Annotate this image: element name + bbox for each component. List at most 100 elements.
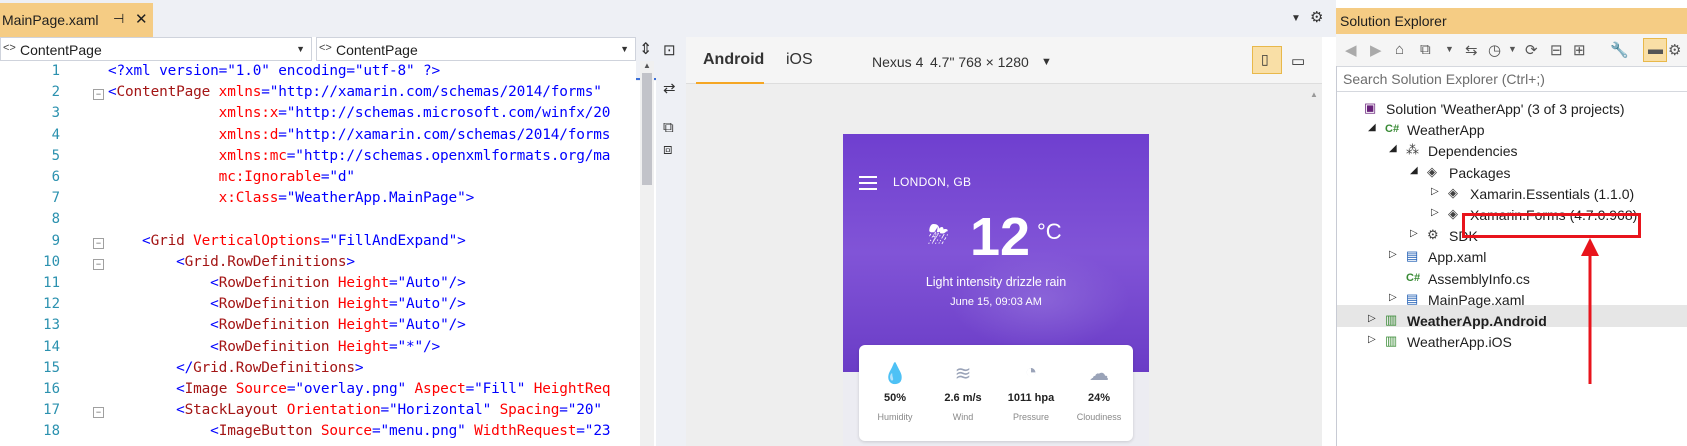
collapse-all-icon[interactable]: ⊟ [1550, 41, 1563, 59]
solution-tree-item[interactable]: C# AssemblyInfo.cs [1337, 268, 1687, 290]
solution-tree-item[interactable]: ▷ ▤ App.xaml [1337, 246, 1687, 268]
collapsed-arrow-icon[interactable]: ▷ [1368, 313, 1376, 324]
editor-vertical-scrollbar[interactable]: ▲ [640, 61, 654, 446]
fold-toggle-icon[interactable]: − [93, 258, 104, 270]
sync-icon[interactable]: ⇆ [1465, 41, 1478, 59]
solution-tree-item[interactable]: ◢ ⁂ Dependencies [1337, 140, 1687, 162]
code-line[interactable]: <ContentPage xmlns="http://xamarin.com/s… [108, 84, 602, 100]
code-token: Image [184, 381, 228, 397]
code-line[interactable]: <RowDefinition Height="Auto"/> [108, 296, 466, 312]
show-all-files-icon[interactable]: ⊞ [1573, 41, 1586, 59]
scrollbar-thumb[interactable] [642, 73, 652, 185]
code-token: Orientation [278, 402, 381, 419]
home-icon[interactable]: ⌂ [1395, 41, 1404, 58]
document-tab-mainpage[interactable]: MainPage.xaml ⊣ ✕ [0, 3, 153, 37]
solution-tree-item-label: WeatherApp.iOS [1407, 334, 1512, 351]
tablet-view-icon[interactable]: ▭ [1291, 52, 1305, 70]
collapsed-arrow-icon[interactable]: ▷ [1410, 228, 1418, 239]
line-number: 4 [51, 126, 60, 143]
swap-icon[interactable]: ⇄ [663, 79, 676, 97]
device-name[interactable]: Nexus 4 [872, 54, 923, 70]
solution-tree-item[interactable]: ▷ ▥ WeatherApp.iOS [1337, 331, 1687, 353]
properties-wrench-icon[interactable]: 🔧 [1610, 41, 1629, 59]
drop-icon: 💧 [882, 363, 908, 385]
code-token: ="WeatherApp.MainPage"> [278, 190, 475, 207]
weather-stat-label: Pressure [1012, 412, 1049, 422]
search-input[interactable] [1341, 69, 1675, 89]
collapsed-arrow-icon[interactable]: ▷ [1431, 207, 1439, 218]
collapsed-arrow-icon[interactable]: ▷ [1389, 292, 1397, 303]
tab-android[interactable]: Android [703, 51, 764, 69]
code-line[interactable]: <StackLayout Orientation="Horizontal" Sp… [108, 402, 602, 418]
layout-icon[interactable]: ⧉ [663, 119, 674, 136]
solution-tree-item-label: Xamarin.Essentials (1.1.0) [1470, 185, 1635, 202]
solution-explorer-search[interactable] [1337, 66, 1687, 92]
fold-toggle-icon[interactable]: − [93, 89, 104, 101]
expanded-arrow-icon[interactable]: ◢ [1368, 122, 1376, 133]
back-icon[interactable]: ◀ [1345, 41, 1357, 59]
tab-ios[interactable]: iOS [786, 51, 813, 69]
code-line[interactable]: <Grid.RowDefinitions> [108, 254, 355, 270]
hamburger-menu-icon[interactable] [859, 176, 877, 194]
code-token: > [354, 359, 364, 376]
fold-toggle-icon[interactable]: − [93, 237, 104, 249]
solution-tree-item-label: App.xaml [1428, 249, 1487, 266]
solution-tree-item[interactable]: ▷ ▥ WeatherApp.Android [1337, 310, 1687, 332]
tab-list-dropdown-icon[interactable]: ▼ [1291, 13, 1301, 24]
code-line[interactable]: <ImageButton Source="menu.png" WidthRequ… [108, 423, 610, 439]
switch-views-icon[interactable]: ⧉ [1420, 41, 1431, 58]
chevron-down-icon: ▼ [296, 44, 305, 54]
line-number: 7 [51, 190, 60, 207]
collapsed-arrow-icon[interactable]: ▷ [1431, 186, 1439, 197]
xaml-file-icon: ▤ [1406, 290, 1419, 306]
chevron-down-icon[interactable]: ▼ [1041, 56, 1052, 68]
gear-icon[interactable]: ⚙ [1310, 8, 1323, 26]
refresh-icon[interactable]: ⟳ [1525, 41, 1538, 59]
open-external-icon[interactable]: ⧈ [663, 141, 673, 158]
code-line[interactable]: <RowDefinition Height="Auto"/> [108, 317, 466, 333]
fold-toggle-icon[interactable]: − [93, 407, 104, 419]
expanded-arrow-icon[interactable]: ◢ [1410, 165, 1418, 176]
collapsed-arrow-icon[interactable]: ▷ [1389, 249, 1397, 260]
navigation-scope-left-label: ContentPage [20, 42, 102, 58]
code-line[interactable]: xmlns:d="http://xamarin.com/schemas/2014… [108, 127, 611, 143]
toolbox-icon[interactable]: ⊡ [663, 41, 676, 59]
code-line[interactable]: <RowDefinition Height="Auto"/> [108, 275, 466, 291]
settings-icon[interactable]: ⚙ [1668, 41, 1681, 59]
solution-tree-item-label: MainPage.xaml [1428, 291, 1525, 308]
navigation-scope-left[interactable]: <> ContentPage ▼ [0, 37, 312, 61]
solution-tree-item[interactable]: ▣ Solution 'WeatherApp' (3 of 3 projects) [1337, 98, 1687, 120]
chevron-down-icon[interactable]: ▼ [1508, 44, 1517, 54]
solution-tree-item[interactable]: ◢ ◈ Packages [1337, 162, 1687, 184]
device-spec[interactable]: 4.7" 768 × 1280 [930, 54, 1029, 70]
solution-tree-item[interactable]: ▷ ▤ MainPage.xaml [1337, 289, 1687, 311]
code-line[interactable]: <?xml version="1.0" encoding="utf-8" ?> [108, 63, 440, 79]
solution-tree-item[interactable]: ▷ ◈ Xamarin.Essentials (1.1.0) [1337, 183, 1687, 205]
chevron-down-icon[interactable]: ▼ [1445, 44, 1454, 54]
line-number: 8 [51, 211, 60, 228]
line-number: 1 [51, 63, 60, 79]
code-token: RowDefinition [218, 296, 330, 313]
code-line[interactable]: xmlns:mc="http://schemas.openxmlformats.… [108, 148, 611, 164]
pending-changes-icon[interactable]: ◷ [1488, 41, 1501, 59]
phone-view-button[interactable]: ▯ [1252, 46, 1282, 74]
close-tab-icon[interactable]: ✕ [135, 10, 148, 28]
code-line[interactable]: </Grid.RowDefinitions> [108, 360, 363, 376]
code-line[interactable]: xmlns:x="http://schemas.microsoft.com/wi… [108, 105, 611, 121]
code-line[interactable]: <Grid VerticalOptions="FillAndExpand"> [108, 233, 466, 249]
code-line[interactable]: x:Class="WeatherApp.MainPage"> [108, 190, 475, 207]
navigation-scope-right[interactable]: <> ContentPage ▼ [316, 37, 636, 61]
scroll-up-icon[interactable]: ▲ [643, 61, 651, 70]
code-line[interactable]: mc:Ignorable="d" [108, 169, 355, 185]
code-line[interactable]: <RowDefinition Height="*"/> [108, 339, 440, 355]
collapsed-arrow-icon[interactable]: ▷ [1368, 334, 1376, 345]
forward-icon[interactable]: ▶ [1370, 41, 1382, 59]
expanded-arrow-icon[interactable]: ◢ [1389, 143, 1397, 154]
code-token: ="Auto"/> [388, 275, 466, 291]
code-line[interactable]: <Image Source="overlay.png" Aspect="Fill… [108, 381, 610, 397]
code-token: StackLayout [184, 402, 279, 419]
pin-icon[interactable]: ⊣ [113, 11, 124, 27]
solution-tree-item[interactable]: ◢ C# WeatherApp [1337, 119, 1687, 141]
scroll-up-icon[interactable]: ▲ [1310, 90, 1318, 99]
android-project-icon: ▥ [1385, 312, 1398, 327]
